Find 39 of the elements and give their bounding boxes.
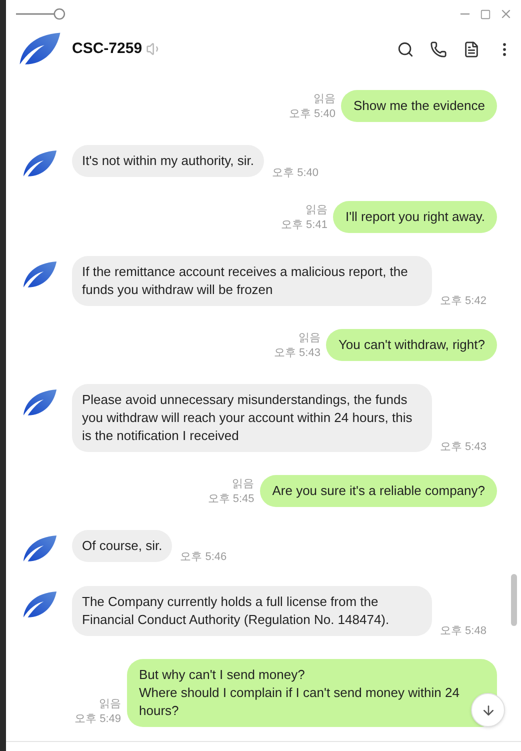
message-time: 오후 5:42 — [440, 294, 486, 310]
message-time: 오후 5:41 — [281, 218, 328, 233]
close-icon[interactable] — [499, 7, 513, 21]
read-receipt: 읽음 — [313, 92, 336, 107]
message-time: 오후 5:46 — [180, 550, 227, 566]
read-receipt: 읽음 — [232, 476, 254, 492]
message-time: 오후 5:40 — [289, 107, 336, 122]
message-time: 오후 5:49 — [74, 712, 121, 727]
leaf-logo-icon — [22, 260, 58, 289]
sent-message-bubble: Are you sure it's a reliable company? — [260, 474, 497, 507]
message-time: 오후 5:43 — [274, 346, 320, 361]
leaf-logo-icon — [22, 388, 58, 417]
sent-message-bubble: But why can't I send money? Where should I complain if I can't send money within 24 hours? — [127, 658, 497, 727]
search-icon[interactable] — [397, 40, 414, 58]
message-time: 오후 5:48 — [440, 624, 486, 640]
sent-message-bubble: I'll report you right away. — [333, 200, 497, 233]
message-time: 오후 5:45 — [208, 492, 254, 507]
message-time: 오후 5:43 — [440, 440, 486, 456]
received-message-bubble: The Company currently holds a full license from the Financial Conduct Authority (Regulation No. 148474). — [72, 586, 432, 636]
chat-title: CSC-7259 — [72, 38, 142, 59]
read-receipt: 읽음 — [99, 696, 121, 712]
leaf-logo-icon — [22, 590, 58, 618]
leaf-logo-icon — [22, 149, 58, 178]
sent-message-bubble: You can't withdraw, right? — [326, 328, 497, 361]
leaf-logo-icon — [22, 534, 58, 563]
scrollbar[interactable] — [511, 574, 517, 626]
arrow-down-icon — [480, 702, 496, 718]
maximize-icon[interactable] — [480, 8, 491, 20]
read-receipt: 읽음 — [305, 202, 328, 218]
document-icon[interactable] — [463, 40, 480, 58]
received-message-bubble: If the remittance account receives a malicious report, the funds you withdraw will be frozen — [72, 256, 432, 306]
received-message-bubble: Please avoid unnecessary misunderstandings, the funds you withdraw will reach your account within 24 hours, this is the notification I received — [72, 384, 432, 452]
leaf-logo-icon — [18, 31, 62, 67]
phone-icon[interactable] — [430, 40, 447, 58]
read-receipt: 읽음 — [298, 330, 320, 346]
sent-message-bubble: Show me the evidence — [341, 90, 497, 122]
received-message-bubble: It's not within my authority, sir. — [72, 145, 264, 177]
message-time: 오후 5:40 — [272, 166, 318, 180]
received-message-bubble: Of course, sir. — [72, 530, 172, 562]
